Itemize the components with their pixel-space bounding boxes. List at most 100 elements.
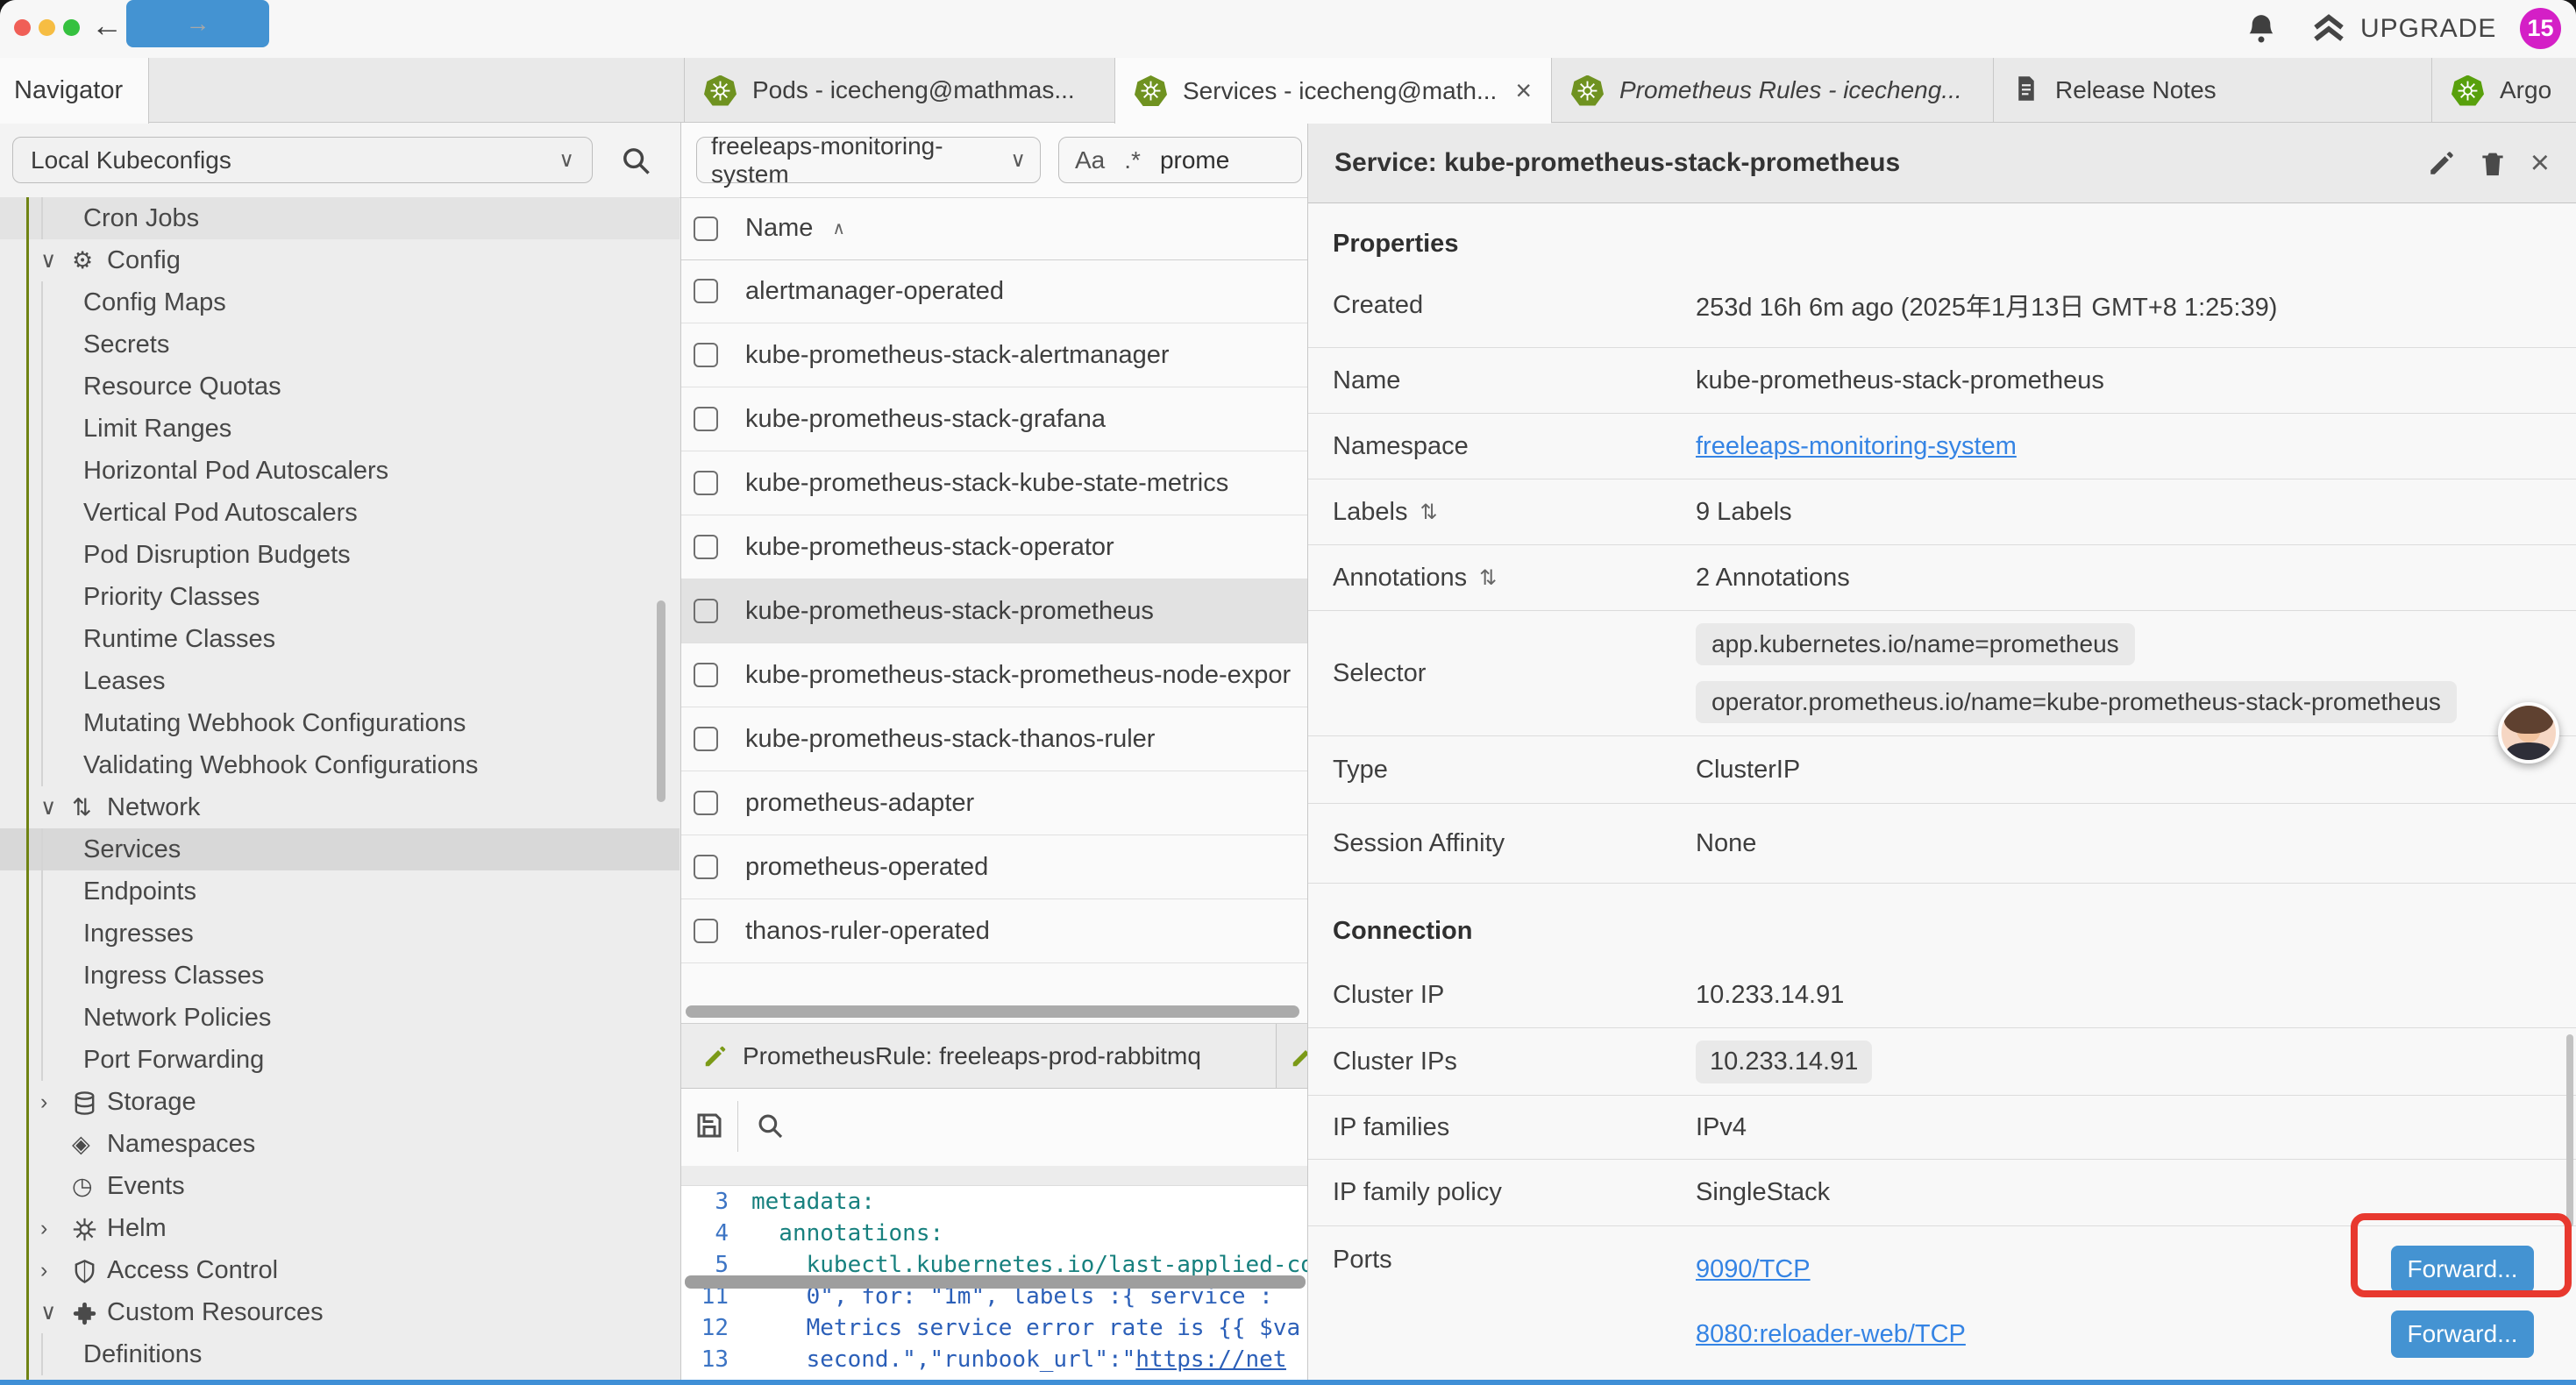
chevron-icon[interactable]: › xyxy=(40,1216,72,1241)
table-row[interactable]: alertmanager-operated xyxy=(681,259,1307,323)
sidebar-item[interactable]: › Storage xyxy=(0,1081,680,1123)
sidebar-search-icon[interactable] xyxy=(619,144,652,177)
table-row[interactable]: thanos-ruler-operated xyxy=(681,899,1307,963)
row-checkbox[interactable] xyxy=(694,727,718,751)
sidebar-item[interactable]: Ingress Classes xyxy=(0,955,680,997)
sort-toggle-icon[interactable]: ⇅ xyxy=(1479,565,1497,591)
forward-button[interactable]: → xyxy=(126,0,269,47)
sidebar-item[interactable]: Cron Jobs xyxy=(0,197,680,239)
sidebar-item[interactable]: ∨ Custom Resources xyxy=(0,1291,680,1333)
row-checkbox[interactable] xyxy=(694,855,718,879)
webcam-avatar[interactable] xyxy=(2498,702,2559,764)
maximize-window-button[interactable] xyxy=(63,19,80,36)
sidebar-item[interactable]: › Access Control xyxy=(0,1249,680,1291)
name-column-header[interactable]: Name xyxy=(745,214,813,243)
table-horizontal-scrollbar[interactable] xyxy=(686,1005,1299,1018)
sidebar-item[interactable]: Priority Classes xyxy=(0,576,680,618)
kubeconfig-source-dropdown[interactable]: Local Kubeconfigs ∨ xyxy=(12,137,593,183)
chevron-icon[interactable]: ∨ xyxy=(40,247,72,273)
table-row[interactable]: prometheus-operated xyxy=(681,835,1307,899)
sidebar-item[interactable]: Horizontal Pod Autoscalers xyxy=(0,450,680,492)
sidebar-item[interactable]: Ingresses xyxy=(0,913,680,955)
app-tab[interactable]: Prometheus Rules - icecheng... xyxy=(1551,58,1993,123)
chevron-icon[interactable]: ∨ xyxy=(40,1299,72,1325)
sidebar-item[interactable]: Leases xyxy=(0,660,680,702)
notifications-bell-icon[interactable] xyxy=(2245,12,2278,46)
table-row[interactable]: kube-prometheus-stack-prometheus-node-ex… xyxy=(681,643,1307,707)
namespace-filter-dropdown[interactable]: freeleaps-monitoring-system ∨ xyxy=(696,137,1041,183)
delete-trash-icon[interactable] xyxy=(2478,148,2508,178)
sort-toggle-icon[interactable]: ⇅ xyxy=(1420,500,1437,525)
row-checkbox[interactable] xyxy=(694,535,718,559)
editor-tab-partial[interactable] xyxy=(1277,1024,1307,1088)
sidebar-item[interactable]: ∨ ⇅ Network xyxy=(0,786,680,828)
sidebar-item[interactable]: Mutating Webhook Configurations xyxy=(0,702,680,744)
table-row[interactable]: kube-prometheus-stack-kube-state-metrics xyxy=(681,451,1307,515)
chevron-icon[interactable]: ∨ xyxy=(40,794,72,820)
sidebar-item[interactable]: ◈ Namespaces xyxy=(0,1123,680,1165)
row-checkbox[interactable] xyxy=(694,279,718,303)
sidebar-item[interactable]: Network Policies xyxy=(0,997,680,1039)
regex-toggle[interactable]: .* xyxy=(1124,146,1141,174)
tab-navigator[interactable]: Navigator xyxy=(0,58,149,124)
forward-button[interactable]: Forward... xyxy=(2391,1246,2534,1293)
sort-ascending-icon[interactable]: ∧ xyxy=(832,217,845,239)
sidebar-item[interactable]: Resource Quotas xyxy=(0,366,680,408)
panel-scrollbar[interactable] xyxy=(2566,1034,2573,1227)
sidebar-item[interactable]: ◷ Events xyxy=(0,1165,680,1207)
sidebar-item[interactable]: › Helm xyxy=(0,1207,680,1249)
edit-pencil-icon[interactable] xyxy=(2427,148,2457,178)
editor-tab[interactable]: PrometheusRule: freeleaps-prod-rabbitmq xyxy=(681,1024,1277,1088)
row-checkbox[interactable] xyxy=(694,407,718,431)
app-tab[interactable]: Pods - icecheng@mathmas... xyxy=(684,58,1114,123)
sidebar-item[interactable]: Services xyxy=(0,828,680,870)
app-tab[interactable]: Services - icecheng@math... × xyxy=(1114,58,1551,124)
row-checkbox[interactable] xyxy=(694,471,718,495)
app-tab[interactable]: Release Notes xyxy=(1993,58,2431,123)
editor-search-icon[interactable] xyxy=(755,1111,785,1140)
upgrade-button[interactable]: UPGRADE xyxy=(2311,11,2496,46)
port-link[interactable]: 9090/TCP xyxy=(1696,1255,1811,1284)
forward-button[interactable]: Forward... xyxy=(2391,1310,2534,1358)
editor-horizontal-scrollbar[interactable] xyxy=(685,1275,1306,1289)
sidebar-item[interactable]: Limit Ranges xyxy=(0,408,680,450)
sidebar-item[interactable]: Pod Disruption Budgets xyxy=(0,534,680,576)
table-row[interactable]: kube-prometheus-stack-prometheus xyxy=(681,579,1307,643)
table-row[interactable]: kube-prometheus-stack-thanos-ruler xyxy=(681,707,1307,771)
row-checkbox[interactable] xyxy=(694,663,718,687)
table-row[interactable]: prometheus-adapter xyxy=(681,771,1307,835)
row-checkbox[interactable] xyxy=(694,343,718,367)
row-checkbox[interactable] xyxy=(694,919,718,943)
sidebar-item[interactable]: Vertical Pod Autoscalers xyxy=(0,492,680,534)
save-icon[interactable] xyxy=(694,1110,725,1141)
namespace-link[interactable]: freeleaps-monitoring-system xyxy=(1696,432,2017,460)
code-link[interactable]: https://net xyxy=(1135,1346,1286,1373)
sidebar-item[interactable]: Endpoints xyxy=(0,870,680,913)
sidebar-item[interactable]: Runtime Classes xyxy=(0,618,680,660)
sidebar-item[interactable]: ∨ ⚙ Config xyxy=(0,239,680,281)
app-tab[interactable]: Argo Se xyxy=(2431,58,2576,123)
chevron-icon[interactable]: › xyxy=(40,1258,72,1283)
match-case-toggle[interactable]: Aa xyxy=(1075,146,1105,174)
close-window-button[interactable] xyxy=(14,19,31,36)
notification-count-badge[interactable]: 15 xyxy=(2520,8,2561,49)
sidebar-item[interactable]: Config Maps xyxy=(0,281,680,323)
sidebar-item[interactable]: Validating Webhook Configurations xyxy=(0,744,680,786)
sidebar-item[interactable]: Definitions xyxy=(0,1333,680,1375)
sidebar-item[interactable]: Secrets xyxy=(0,323,680,366)
minimize-window-button[interactable] xyxy=(39,19,55,36)
table-row[interactable]: kube-prometheus-stack-alertmanager xyxy=(681,323,1307,387)
back-button[interactable]: ← xyxy=(91,7,123,44)
close-panel-icon[interactable]: × xyxy=(2530,148,2550,178)
sidebar-item[interactable]: Port Forwarding xyxy=(0,1039,680,1081)
table-row[interactable]: kube-prometheus-stack-grafana xyxy=(681,387,1307,451)
close-tab-icon[interactable]: × xyxy=(1515,75,1532,107)
chevron-icon[interactable]: › xyxy=(40,1090,72,1115)
row-checkbox[interactable] xyxy=(694,791,718,815)
sidebar-scrollbar[interactable] xyxy=(657,600,665,802)
row-checkbox[interactable] xyxy=(694,599,718,623)
list-search-input[interactable]: Aa .* prome xyxy=(1058,137,1302,183)
port-link[interactable]: 8080:reloader-web/TCP xyxy=(1696,1320,1966,1349)
table-row[interactable]: kube-prometheus-stack-operator xyxy=(681,515,1307,579)
select-all-checkbox[interactable] xyxy=(694,217,718,241)
